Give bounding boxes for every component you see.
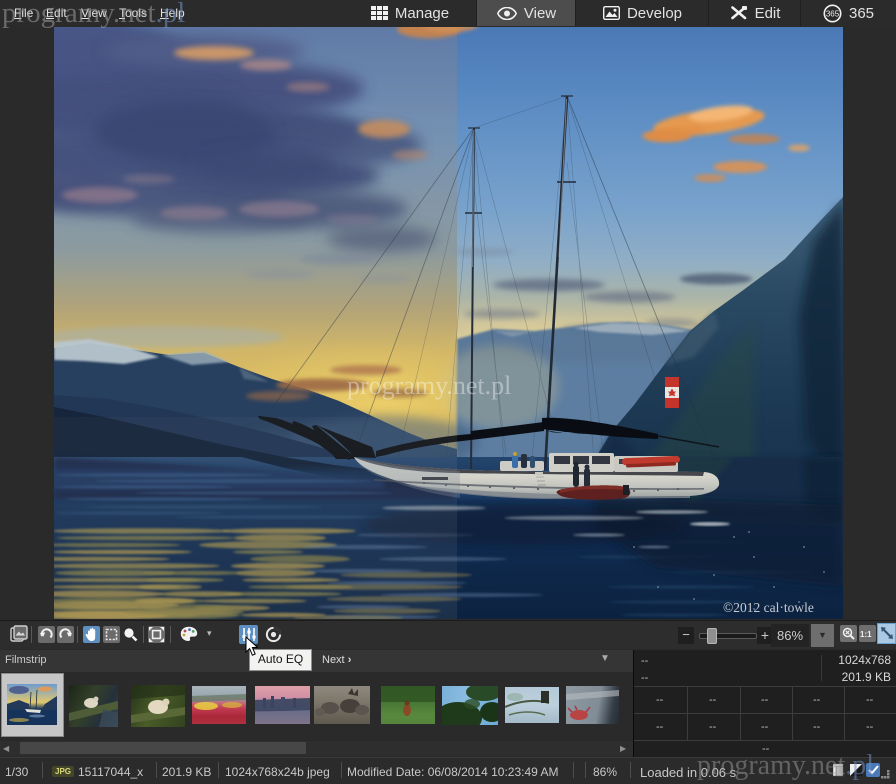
svg-text:©2012 cal·towle: ©2012 cal·towle	[723, 600, 814, 615]
svg-text:365: 365	[826, 9, 840, 18]
